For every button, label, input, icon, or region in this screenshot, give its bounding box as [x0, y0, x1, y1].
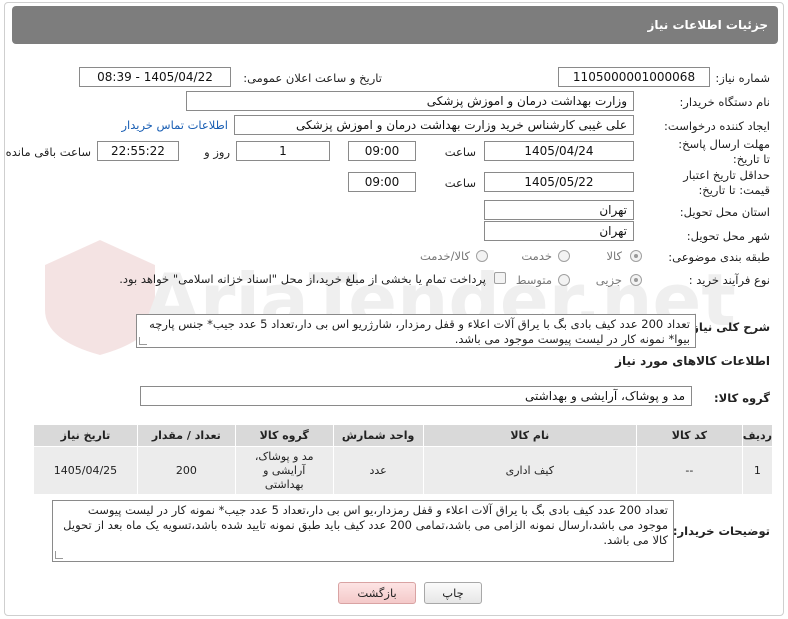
reply-deadline-date-field: 1405/04/24: [484, 141, 634, 161]
col-qty: تعداد / مقدار: [136, 424, 236, 447]
reply-days-label: روز و: [204, 145, 230, 159]
remaining-time-field: 22:55:22: [97, 141, 179, 161]
goods-group-label: گروه کالا:: [714, 391, 770, 405]
requester-label: ایجاد کننده درخواست:: [664, 119, 770, 133]
delivery-province-field: تهران: [484, 200, 634, 220]
cell-code: --: [636, 446, 743, 495]
resize-handle-icon[interactable]: [55, 551, 63, 559]
goods-group-field: مد و پوشاک، آرایشی و بهداشتی: [140, 386, 692, 406]
general-description-text: تعداد 200 عدد کیف بادی بگ با یراق آلات ا…: [149, 317, 690, 346]
need-number-label: شماره نیاز:: [715, 71, 770, 85]
cell-group: مد و پوشاک، آرایشی و بهداشتی: [234, 446, 334, 495]
col-name: نام کالا: [422, 424, 638, 447]
requester-field: علی غیبی کارشناس خرید وزارت بهداشت درمان…: [234, 115, 634, 135]
general-description-textarea[interactable]: تعداد 200 عدد کیف بادی بگ با یراق آلات ا…: [136, 314, 696, 348]
cell-unit: عدد: [332, 446, 424, 495]
col-group: گروه کالا: [234, 424, 334, 447]
delivery-province-label: استان محل تحویل:: [679, 205, 770, 219]
process-radio-medium[interactable]: [558, 274, 570, 286]
buyer-notes-textarea[interactable]: تعداد 200 عدد کیف بادی بگ با یراق آلات ا…: [52, 500, 674, 562]
resize-handle-icon[interactable]: [139, 337, 147, 345]
col-date: تاریخ نیاز: [33, 424, 138, 447]
col-code: کد کالا: [636, 424, 743, 447]
buyer-org-label: نام دستگاه خریدار:: [679, 95, 770, 109]
general-description-label: شرح کلی نیاز:: [687, 320, 770, 334]
goods-table-header-row: ردیف کد کالا نام کالا واحد شمارش گروه کا…: [33, 424, 774, 447]
price-validity-time-label: ساعت: [444, 176, 476, 190]
delivery-city-label: شهر محل تحویل:: [686, 229, 770, 243]
page-title: جزئیات اطلاعات نیاز: [647, 18, 768, 32]
category-radio-service[interactable]: [558, 250, 570, 262]
price-validity-label: حداقل تاریخ اعتبار قیمت: تا تاریخ:: [683, 168, 770, 197]
purchase-process-label: نوع فرآیند خرید :: [688, 273, 770, 287]
table-row: 1 -- کیف اداری عدد مد و پوشاک، آرایشی و …: [33, 446, 774, 495]
remaining-time-label: ساعت باقی مانده: [5, 145, 91, 159]
category-label: طبقه بندی موضوعی:: [668, 250, 770, 264]
category-radio-both[interactable]: [476, 250, 488, 262]
process-option-minor: جزیی: [595, 273, 622, 287]
goods-table: ردیف کد کالا نام کالا واحد شمارش گروه کا…: [33, 424, 774, 495]
buyer-org-field: وزارت بهداشت درمان و اموزش پزشکی: [186, 91, 634, 111]
reply-deadline-time-field: 09:00: [348, 141, 416, 161]
price-validity-time-field: 09:00: [348, 172, 416, 192]
treasury-payment-checkbox[interactable]: [494, 272, 506, 284]
cell-row: 1: [741, 446, 774, 495]
price-validity-date-field: 1405/05/22: [484, 172, 634, 192]
buyer-contact-link[interactable]: اطلاعات تماس خریدار: [121, 118, 228, 132]
col-unit: واحد شمارش: [332, 424, 424, 447]
need-number-field: 1105000001000068: [558, 67, 710, 87]
buyer-notes-text: تعداد 200 عدد کیف بادی بگ با یراق آلات ا…: [63, 503, 668, 547]
buyer-notes-label: توضیحات خریدار:: [672, 524, 770, 538]
cell-qty: 200: [136, 446, 236, 495]
back-button[interactable]: بازگشت: [338, 582, 416, 604]
delivery-city-field: تهران: [484, 221, 634, 241]
treasury-payment-note: پرداخت تمام یا بخشی از مبلغ خرید،از محل …: [119, 272, 486, 286]
process-radio-minor[interactable]: [630, 274, 642, 286]
print-button[interactable]: چاپ: [424, 582, 482, 604]
reply-days-field: 1: [236, 141, 330, 161]
page-header: جزئیات اطلاعات نیاز: [12, 6, 778, 44]
category-option-goods: کالا: [606, 249, 622, 263]
announce-datetime-label: تاریخ و ساعت اعلان عمومی:: [243, 71, 382, 85]
reply-deadline-time-label: ساعت: [444, 145, 476, 159]
cell-date: 1405/04/25: [33, 446, 138, 495]
process-option-medium: متوسط: [515, 273, 552, 287]
reply-deadline-label: مهلت ارسال پاسخ: تا تاریخ:: [678, 137, 770, 166]
category-radio-goods[interactable]: [630, 250, 642, 262]
col-row: ردیف: [741, 424, 774, 447]
goods-section-title: اطلاعات کالاهای مورد نیاز: [615, 354, 770, 368]
announce-datetime-field: 1405/04/22 - 08:39: [79, 67, 231, 87]
category-option-service: خدمت: [521, 249, 552, 263]
cell-name: کیف اداری: [422, 446, 638, 495]
category-option-both: کالا/خدمت: [419, 249, 470, 263]
